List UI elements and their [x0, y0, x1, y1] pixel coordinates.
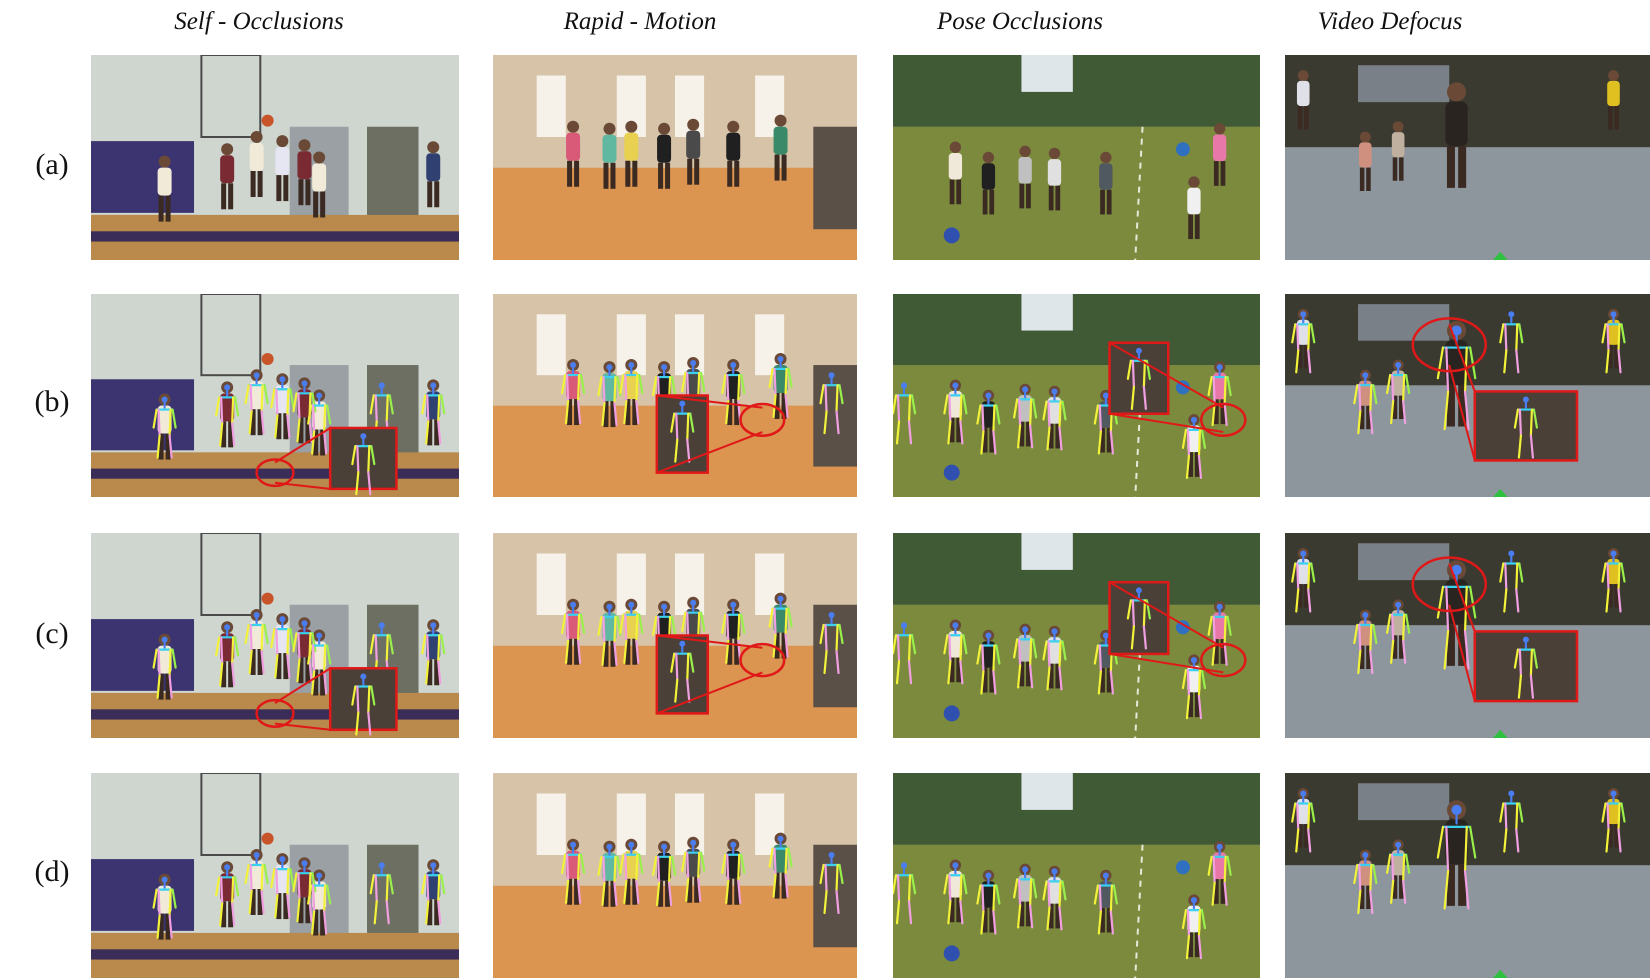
- scene-image: [1285, 55, 1650, 260]
- photo-field-d: [893, 773, 1260, 978]
- scene-image: [1285, 294, 1650, 497]
- photo-canvas: [1285, 533, 1650, 738]
- photo-canvas: [493, 773, 857, 978]
- photo-canvas: [1285, 294, 1650, 497]
- photo-dance-a: [493, 55, 857, 260]
- photo-canvas: [493, 533, 857, 738]
- scene-image: [1285, 773, 1650, 978]
- photo-canvas: [91, 533, 459, 738]
- photo-skate-c: [1285, 533, 1650, 738]
- scene-image: [1285, 533, 1650, 738]
- photo-field-c: [893, 533, 1260, 738]
- photo-basketball-a: [91, 55, 459, 260]
- photo-canvas: [1285, 55, 1650, 260]
- photo-basketball-c: [91, 533, 459, 738]
- scene-image: [91, 533, 459, 738]
- photo-canvas: [893, 55, 1260, 260]
- photo-dance-b: [493, 294, 857, 497]
- photo-canvas: [893, 294, 1260, 497]
- column-title-video-defocus: Video Defocus: [1317, 8, 1463, 35]
- photo-canvas: [91, 55, 459, 260]
- scene-image: [91, 294, 459, 497]
- photo-canvas: [91, 294, 459, 497]
- photo-field-a: [893, 55, 1260, 260]
- photo-dance-d: [493, 773, 857, 978]
- row-label-c: (c): [35, 617, 69, 650]
- photo-canvas: [1285, 773, 1650, 978]
- photo-field-b: [893, 294, 1260, 497]
- scene-image: [91, 773, 459, 978]
- column-title-rapid-motion: Rapid - Motion: [563, 8, 717, 35]
- photo-canvas: [893, 533, 1260, 738]
- photo-canvas: [893, 773, 1260, 978]
- photo-skate-a: [1285, 55, 1650, 260]
- row-label-a: (a): [35, 148, 69, 181]
- column-title-self-occlusions: Self - Occlusions: [174, 8, 344, 35]
- column-title-pose-occlusions: Pose Occlusions: [937, 8, 1103, 35]
- photo-canvas: [91, 773, 459, 978]
- scene-image: [91, 55, 459, 260]
- photo-skate-b: [1285, 294, 1650, 497]
- scene-image: [893, 55, 1260, 260]
- row-label-b: (b): [34, 385, 70, 418]
- photo-canvas: [493, 55, 857, 260]
- photo-skate-d: [1285, 773, 1650, 978]
- photo-canvas: [493, 294, 857, 497]
- photo-basketball-d: [91, 773, 459, 978]
- scene-image: [493, 55, 857, 260]
- photo-basketball-b: [91, 294, 459, 497]
- row-label-d: (d): [34, 855, 70, 888]
- photo-dance-c: [493, 533, 857, 738]
